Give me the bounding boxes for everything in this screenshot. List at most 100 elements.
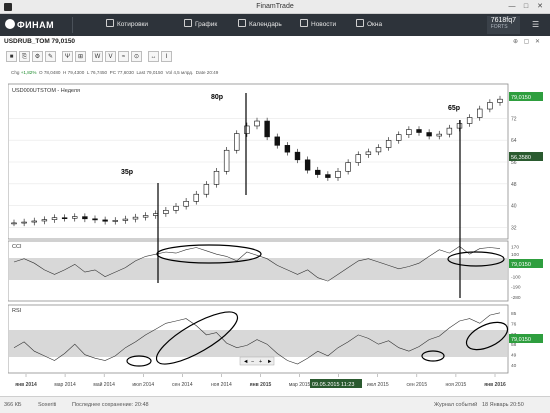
zoom-in-button[interactable]: + bbox=[259, 359, 262, 365]
candle-body bbox=[173, 205, 179, 211]
toolbar-quotes[interactable]: Котировки bbox=[106, 14, 148, 36]
status-speed: 366 КБ bbox=[4, 402, 22, 408]
price-tick-label: 48 bbox=[511, 182, 517, 188]
high-label: H bbox=[63, 70, 67, 75]
rsi-label: RSI bbox=[12, 308, 22, 314]
finam-logo-icon bbox=[5, 19, 15, 29]
rsi-tick-label: 85 bbox=[511, 311, 517, 317]
prev-close-value: 77,6030 bbox=[117, 70, 134, 75]
zoom-out-button[interactable]: − bbox=[251, 359, 254, 365]
menu-icon[interactable]: ☰ bbox=[532, 14, 539, 36]
rsi-band bbox=[9, 330, 507, 357]
candle-body bbox=[72, 216, 78, 219]
chg-value: +1,82% bbox=[20, 70, 37, 75]
status-bar: 366 КБ Soxeriti Последнее сохранение: 20… bbox=[0, 396, 550, 413]
layout-button[interactable]: ⊞ bbox=[75, 51, 86, 62]
chart-area[interactable]: 7264564840321701000-100-190-280857667584… bbox=[8, 83, 548, 391]
close-button[interactable]: ✕ bbox=[534, 1, 546, 12]
new-chart-button[interactable]: ■ bbox=[6, 51, 17, 62]
status-datetime: 18 Январь 20:50 bbox=[482, 402, 524, 408]
brand-logo: ФИНАМ bbox=[5, 19, 54, 30]
maximize-button[interactable]: □ bbox=[520, 1, 532, 12]
account-number: 7618fq7 bbox=[490, 17, 516, 24]
toolbar-chart[interactable]: График bbox=[184, 14, 217, 36]
indicator-button[interactable]: Ψ bbox=[62, 51, 73, 62]
price-tick-label: 32 bbox=[511, 226, 517, 232]
price-last-value: 79,0150 bbox=[511, 95, 531, 101]
volume-value: 4,5 млрд. bbox=[173, 70, 194, 75]
chart-icon bbox=[184, 19, 192, 27]
rsi-tick-label: 40 bbox=[511, 363, 517, 369]
x-tick-label: май 2014 bbox=[93, 381, 115, 388]
x-tick-label: сен 2015 bbox=[407, 382, 428, 388]
toolbar-windows[interactable]: Окна bbox=[356, 14, 382, 36]
vertical-line-button[interactable]: I bbox=[161, 51, 172, 62]
horizontal-line-button[interactable]: ↔ bbox=[148, 51, 159, 62]
account-selector[interactable]: 7618fq7 FORTS bbox=[486, 16, 520, 34]
windows-icon bbox=[356, 19, 364, 27]
candle-body bbox=[375, 147, 382, 153]
toolbar-divider bbox=[72, 17, 73, 33]
candle-body bbox=[254, 120, 260, 127]
candle-body bbox=[102, 219, 108, 222]
brand-name: ФИНАМ bbox=[17, 20, 55, 30]
nav-prev-button[interactable]: ◄ bbox=[243, 359, 248, 365]
candle-body bbox=[31, 220, 37, 223]
candle-body bbox=[477, 108, 483, 118]
cci-tick-label: 100 bbox=[511, 252, 519, 258]
toolbar-item-label: График bbox=[195, 21, 218, 28]
journal-link[interactable]: Журнал событий bbox=[434, 402, 477, 408]
candle-body bbox=[416, 129, 422, 133]
toolbar-calendar[interactable]: Календарь bbox=[238, 14, 282, 36]
cursor-date: 09.05.2015 11:23 bbox=[312, 382, 354, 388]
x-tick-label: янв 2016 bbox=[484, 382, 506, 388]
candle-body bbox=[446, 127, 453, 135]
candle-body bbox=[203, 184, 210, 195]
x-tick-label: янв 2014 bbox=[15, 382, 37, 388]
toolbar-news[interactable]: Новости bbox=[300, 14, 336, 36]
annotation-80: 80р bbox=[211, 94, 223, 101]
candle-body bbox=[436, 133, 442, 137]
low-value: 76,7450 bbox=[90, 70, 108, 75]
last-label: Last bbox=[136, 70, 146, 75]
candle-body bbox=[466, 117, 473, 124]
curve-tool-button[interactable]: ≈ bbox=[118, 51, 129, 62]
minimize-button[interactable]: — bbox=[506, 1, 518, 12]
high-value: 79,4300 bbox=[67, 70, 85, 75]
wave-tool-button[interactable]: W bbox=[92, 51, 103, 62]
copy-button[interactable]: ⎘ bbox=[19, 51, 30, 62]
candle-body bbox=[294, 151, 301, 161]
status-server: Soxeriti bbox=[38, 402, 57, 408]
candle-body bbox=[274, 136, 280, 146]
draw-button[interactable]: ✎ bbox=[45, 51, 56, 62]
cci-tick-label: -100 bbox=[511, 275, 521, 281]
settings-button[interactable]: ⚙ bbox=[32, 51, 43, 62]
chart-legend: USD000UTSTOM - Неделя bbox=[12, 88, 80, 94]
x-tick-label: ноя 2015 bbox=[446, 382, 467, 388]
price-chart[interactable]: 7264564840321701000-100-190-280857667584… bbox=[8, 83, 548, 391]
candle-body bbox=[41, 219, 48, 222]
news-icon bbox=[300, 19, 308, 27]
candle-body bbox=[223, 149, 230, 172]
v-tool-button[interactable]: V bbox=[105, 51, 116, 62]
candle-body bbox=[345, 162, 351, 172]
cci-last-value: 79,0150 bbox=[511, 262, 531, 268]
low-label: L bbox=[86, 70, 90, 75]
cci-tick-label: -280 bbox=[511, 295, 521, 301]
candle-body bbox=[163, 210, 169, 214]
prev-close-label: PC bbox=[109, 70, 117, 75]
rsi-tick-label: 76 bbox=[511, 321, 517, 327]
toolbar-item-label: Новости bbox=[311, 21, 337, 28]
last-value: 79,0150 bbox=[146, 70, 164, 75]
cci-label: CCI bbox=[12, 244, 22, 250]
panel-window-controls[interactable]: ⊕ ▢ ✕ bbox=[513, 38, 542, 45]
candle-body bbox=[244, 125, 250, 134]
candle-body bbox=[82, 216, 88, 220]
toolbar-item-label: Календарь bbox=[249, 21, 282, 28]
status-saved: Последнее сохранение: 20:48 bbox=[72, 402, 149, 408]
crosshair-button[interactable]: ⊙ bbox=[131, 51, 142, 62]
x-tick-label: янв 2015 bbox=[250, 382, 272, 388]
candle-body bbox=[304, 159, 311, 171]
price-panel bbox=[8, 83, 509, 240]
nav-next-button[interactable]: ► bbox=[267, 359, 272, 365]
